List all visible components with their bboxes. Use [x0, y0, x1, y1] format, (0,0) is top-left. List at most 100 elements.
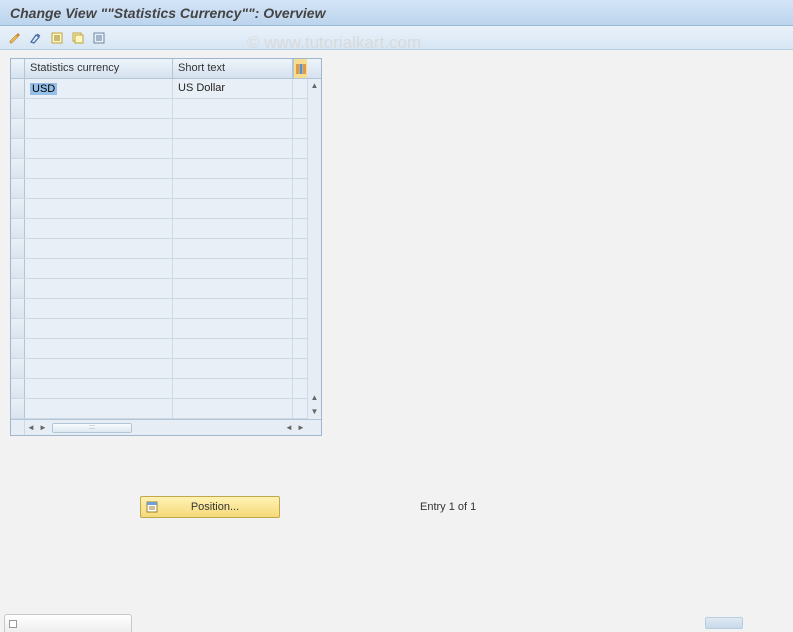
delete-icon[interactable]	[90, 29, 108, 47]
row-selector[interactable]	[11, 159, 25, 178]
cell-shorttext[interactable]	[173, 159, 293, 178]
cell-shorttext[interactable]	[173, 119, 293, 138]
cell-currency[interactable]	[25, 239, 173, 258]
table-row[interactable]	[11, 219, 307, 239]
work-area: Statistics currency Short text USDUS Dol…	[0, 50, 793, 518]
new-entries-icon[interactable]	[48, 29, 66, 47]
data-grid: Statistics currency Short text USDUS Dol…	[10, 58, 322, 436]
row-selector[interactable]	[11, 299, 25, 318]
table-row[interactable]	[11, 179, 307, 199]
cell-shorttext[interactable]	[173, 239, 293, 258]
row-selector[interactable]	[11, 99, 25, 118]
position-icon	[145, 500, 159, 514]
cell-shorttext[interactable]	[173, 179, 293, 198]
cell-shorttext[interactable]	[173, 359, 293, 378]
cell-currency[interactable]	[25, 179, 173, 198]
hscroll-thumb[interactable]: :::	[52, 423, 132, 433]
cell-shorttext[interactable]	[173, 379, 293, 398]
cell-shorttext[interactable]	[173, 319, 293, 338]
other-entry-icon[interactable]	[27, 29, 45, 47]
display-change-icon[interactable]	[6, 29, 24, 47]
cell-shorttext[interactable]	[173, 279, 293, 298]
row-selector[interactable]	[11, 119, 25, 138]
table-row[interactable]	[11, 319, 307, 339]
table-row[interactable]	[11, 399, 307, 419]
table-row[interactable]	[11, 379, 307, 399]
row-selector[interactable]	[11, 359, 25, 378]
cell-shorttext[interactable]	[173, 259, 293, 278]
bottom-tab[interactable]	[4, 614, 132, 632]
cell-currency[interactable]	[25, 279, 173, 298]
table-row[interactable]	[11, 359, 307, 379]
cell-currency[interactable]: USD	[25, 79, 173, 98]
table-row[interactable]	[11, 299, 307, 319]
cell-shorttext[interactable]	[173, 99, 293, 118]
cell-currency[interactable]	[25, 379, 173, 398]
cell-currency[interactable]	[25, 299, 173, 318]
scroll-left-icon[interactable]: ◄	[25, 423, 37, 432]
row-selector-header[interactable]	[11, 59, 25, 78]
table-row[interactable]: USDUS Dollar	[11, 79, 307, 99]
cell-currency[interactable]	[25, 359, 173, 378]
row-selector[interactable]	[11, 399, 25, 418]
cell-currency[interactable]	[25, 119, 173, 138]
table-row[interactable]	[11, 259, 307, 279]
grid-body: USDUS Dollar ▲ ▲ ▼	[11, 79, 321, 419]
row-selector[interactable]	[11, 79, 25, 98]
scroll-right-step-icon[interactable]: ►	[37, 423, 49, 432]
cell-currency[interactable]	[25, 339, 173, 358]
cell-currency[interactable]	[25, 319, 173, 338]
cell-shorttext[interactable]	[173, 219, 293, 238]
row-selector[interactable]	[11, 379, 25, 398]
table-row[interactable]	[11, 159, 307, 179]
table-row[interactable]	[11, 99, 307, 119]
table-row[interactable]	[11, 119, 307, 139]
cell-currency[interactable]	[25, 139, 173, 158]
scroll-up-icon[interactable]: ▲	[311, 79, 319, 93]
row-selector[interactable]	[11, 199, 25, 218]
row-selector[interactable]	[11, 219, 25, 238]
table-row[interactable]	[11, 239, 307, 259]
column-header-currency[interactable]: Statistics currency	[25, 59, 173, 78]
cell-currency[interactable]	[25, 219, 173, 238]
column-header-shorttext[interactable]: Short text	[173, 59, 293, 78]
cell-currency[interactable]	[25, 199, 173, 218]
row-selector[interactable]	[11, 279, 25, 298]
cell-shorttext[interactable]	[173, 299, 293, 318]
title-bar: Change View ""Statistics Currency"": Ove…	[0, 0, 793, 26]
position-button[interactable]: Position...	[140, 496, 280, 518]
scroll-down-icon[interactable]: ▼	[311, 405, 319, 419]
cell-shorttext[interactable]	[173, 339, 293, 358]
cell-shorttext[interactable]	[173, 199, 293, 218]
row-selector[interactable]	[11, 139, 25, 158]
cell-shorttext[interactable]	[173, 399, 293, 418]
row-selector[interactable]	[11, 339, 25, 358]
position-button-label: Position...	[165, 501, 279, 513]
scroll-left-end-icon[interactable]: ◄	[283, 423, 295, 432]
column-config-icon[interactable]	[293, 59, 307, 78]
bottom-status-box	[705, 617, 743, 629]
scroll-down-small-icon[interactable]: ▲	[311, 391, 319, 405]
toolbar	[0, 26, 793, 50]
copy-icon[interactable]	[69, 29, 87, 47]
vertical-scrollbar[interactable]: ▲ ▲ ▼	[307, 79, 321, 419]
horizontal-scrollbar[interactable]: ◄ ► ::: ◄ ►	[11, 419, 321, 435]
cell-shorttext[interactable]	[173, 139, 293, 158]
table-row[interactable]	[11, 279, 307, 299]
cell-shorttext[interactable]: US Dollar	[173, 79, 293, 98]
table-row[interactable]	[11, 199, 307, 219]
footer-controls: Position... Entry 1 of 1	[10, 496, 793, 518]
cell-currency[interactable]	[25, 99, 173, 118]
cell-currency[interactable]	[25, 159, 173, 178]
row-selector[interactable]	[11, 179, 25, 198]
row-selector[interactable]	[11, 319, 25, 338]
table-row[interactable]	[11, 339, 307, 359]
page-title: Change View ""Statistics Currency"": Ove…	[10, 5, 325, 21]
hscroll-corner	[11, 420, 25, 435]
table-row[interactable]	[11, 139, 307, 159]
cell-currency[interactable]	[25, 399, 173, 418]
row-selector[interactable]	[11, 259, 25, 278]
cell-currency[interactable]	[25, 259, 173, 278]
row-selector[interactable]	[11, 239, 25, 258]
scroll-right-icon[interactable]: ►	[295, 423, 307, 432]
